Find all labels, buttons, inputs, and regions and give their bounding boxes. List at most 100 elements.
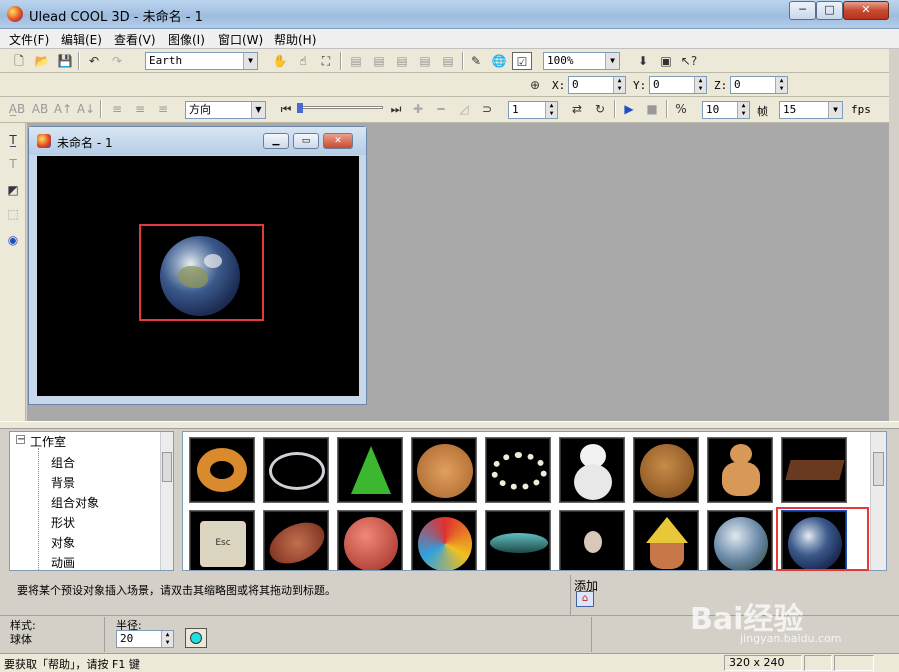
thumb-beach-ball[interactable] bbox=[411, 510, 477, 570]
thumb-glass-sphere[interactable] bbox=[707, 510, 773, 570]
layer-icon-3[interactable]: ▤ bbox=[392, 52, 412, 70]
thumb-spinning-top[interactable] bbox=[485, 510, 551, 570]
refresh-icon[interactable]: ↻ bbox=[590, 100, 610, 118]
scroll-thumb[interactable] bbox=[162, 452, 172, 482]
insert-object-icon[interactable]: ◩ bbox=[4, 181, 22, 199]
check-icon[interactable]: ☑ bbox=[512, 52, 532, 70]
collapse-icon[interactable]: − bbox=[16, 435, 25, 445]
layer-icon-5[interactable]: ▤ bbox=[438, 52, 458, 70]
text-size-up-icon[interactable]: A↑ bbox=[53, 100, 73, 118]
new-file-icon[interactable]: 🗋 bbox=[9, 52, 29, 70]
stop-icon[interactable]: ■ bbox=[642, 100, 662, 118]
gallery-scrollbar[interactable] bbox=[870, 432, 886, 570]
fast-forward-icon[interactable]: ⏭ bbox=[386, 100, 406, 118]
layer-icon-4[interactable]: ▤ bbox=[415, 52, 435, 70]
thumb-snowman[interactable] bbox=[559, 437, 625, 503]
globe-icon[interactable]: 🌐 bbox=[489, 52, 509, 70]
text-bold-icon[interactable]: A̲B bbox=[7, 100, 27, 118]
tree-item-animation[interactable]: 动画 bbox=[51, 554, 75, 570]
zoom-select[interactable]: 100% ▼ bbox=[543, 52, 620, 70]
menu-help[interactable]: 帮助(H) bbox=[274, 31, 316, 48]
chevron-down-icon[interactable]: ▼ bbox=[605, 53, 619, 69]
add-keyframe-icon[interactable]: ✚ bbox=[408, 100, 428, 118]
remove-keyframe-icon[interactable]: ━ bbox=[431, 100, 451, 118]
save-icon[interactable]: 💾 bbox=[55, 52, 75, 70]
spin-arrows-icon[interactable]: ▲ ▼ bbox=[161, 631, 173, 647]
layer-icon-1[interactable]: ▤ bbox=[346, 52, 366, 70]
tree-item-shape[interactable]: 形状 bbox=[51, 514, 75, 531]
thumb-bear-head[interactable] bbox=[633, 437, 699, 503]
spin-arrows-icon[interactable]: ▲ ▼ bbox=[775, 77, 787, 93]
move-object-icon[interactable]: ⊕ bbox=[525, 76, 545, 94]
menu-image[interactable]: 图像(I) bbox=[168, 31, 205, 48]
color-picker-button[interactable] bbox=[185, 628, 207, 648]
thumb-esc-key[interactable]: Esc bbox=[189, 510, 255, 570]
text-size-down-icon[interactable]: A↓ bbox=[76, 100, 96, 118]
chevron-down-icon[interactable]: ▼ bbox=[243, 53, 257, 69]
align-right-icon[interactable]: ≡ bbox=[153, 100, 173, 118]
direction-select[interactable]: 方向 ▼ bbox=[185, 101, 266, 119]
spin-arrows-icon[interactable]: ▲ ▼ bbox=[694, 77, 706, 93]
redo-icon[interactable]: ↷ bbox=[107, 52, 127, 70]
loop-icon[interactable]: ⇄ bbox=[567, 100, 587, 118]
open-folder-icon[interactable]: 📂 bbox=[32, 52, 52, 70]
thumb-cone[interactable] bbox=[337, 437, 403, 503]
thumb-donut[interactable] bbox=[189, 437, 255, 503]
tree-item-combo[interactable]: 组合 bbox=[51, 454, 75, 471]
chevron-down-icon[interactable]: ▼ bbox=[251, 102, 265, 118]
scroll-thumb[interactable] bbox=[873, 452, 884, 486]
rotate-hand-icon[interactable]: ☝ bbox=[293, 52, 313, 70]
thumb-light-bulb[interactable] bbox=[559, 510, 625, 570]
reverse-icon[interactable]: ⊃ bbox=[477, 100, 497, 118]
document-title-bar[interactable]: 未命名 - 1 ▁ ▭ ✕ bbox=[29, 127, 366, 155]
thumb-football[interactable] bbox=[263, 510, 331, 570]
edit-text-icon[interactable]: T bbox=[4, 155, 22, 173]
slider-thumb[interactable] bbox=[297, 103, 303, 113]
tree-item-combo-object[interactable]: 组合对象 bbox=[51, 494, 99, 511]
hand-icon[interactable]: ✋ bbox=[270, 52, 290, 70]
insert-text-icon[interactable]: T̲ bbox=[4, 131, 22, 149]
thumb-chocolate-bar[interactable] bbox=[781, 437, 847, 503]
align-left-icon[interactable]: ≡ bbox=[107, 100, 127, 118]
menu-file[interactable]: 文件(F) bbox=[9, 31, 49, 48]
tree-item-background[interactable]: 背景 bbox=[51, 474, 75, 491]
tree-root[interactable]: 工作室 bbox=[30, 433, 66, 450]
properties-icon[interactable]: ▣ bbox=[656, 52, 676, 70]
maximize-button[interactable]: □ bbox=[816, 1, 843, 20]
minimize-button[interactable]: ─ bbox=[789, 1, 816, 20]
close-button[interactable]: ✕ bbox=[843, 1, 889, 20]
interpolate-icon[interactable]: ◿ bbox=[454, 100, 474, 118]
tree-scrollbar[interactable] bbox=[160, 432, 173, 570]
frames-icon[interactable]: % bbox=[671, 100, 691, 118]
help-pointer-icon[interactable]: ↖? bbox=[679, 52, 699, 70]
doc-maximize-button[interactable]: ▭ bbox=[293, 133, 319, 149]
timeline-slider[interactable] bbox=[297, 103, 383, 117]
z-input[interactable]: 0 ▲ ▼ bbox=[730, 76, 788, 94]
align-center-icon[interactable]: ≡ bbox=[130, 100, 150, 118]
wand-icon[interactable]: ✎ bbox=[466, 52, 486, 70]
thumb-face-pyramid[interactable] bbox=[633, 510, 699, 570]
panel-splitter[interactable] bbox=[0, 421, 899, 429]
doc-close-button[interactable]: ✕ bbox=[323, 133, 353, 149]
undo-icon[interactable]: ↶ bbox=[84, 52, 104, 70]
chevron-down-icon[interactable]: ▼ bbox=[828, 102, 842, 118]
menu-view[interactable]: 查看(V) bbox=[114, 31, 156, 48]
layer-icon-2[interactable]: ▤ bbox=[369, 52, 389, 70]
object-select[interactable]: Earth ▼ bbox=[145, 52, 258, 70]
frame-input[interactable]: 1 ▲ ▼ bbox=[508, 101, 558, 119]
fps-select[interactable]: 15 ▼ bbox=[779, 101, 843, 119]
edit-object-icon[interactable]: ⬚ bbox=[4, 205, 22, 223]
y-input[interactable]: 0 ▲ ▼ bbox=[649, 76, 707, 94]
fit-icon[interactable]: ⛶ bbox=[316, 52, 336, 70]
text-italic-icon[interactable]: AB bbox=[30, 100, 50, 118]
thumb-basketball[interactable] bbox=[337, 510, 403, 570]
thumb-cookie[interactable] bbox=[411, 437, 477, 503]
x-input[interactable]: 0 ▲ ▼ bbox=[568, 76, 626, 94]
radius-input[interactable]: 20 ▲ ▼ bbox=[116, 630, 174, 648]
menu-edit[interactable]: 编辑(E) bbox=[61, 31, 102, 48]
play-icon[interactable]: ▶ bbox=[619, 100, 639, 118]
thumb-ring[interactable] bbox=[263, 437, 329, 503]
tree-item-object[interactable]: 对象 bbox=[51, 534, 75, 551]
thumb-gingerbread-man[interactable] bbox=[707, 437, 773, 503]
frames-total-input[interactable]: 10 ▲ ▼ bbox=[702, 101, 750, 119]
